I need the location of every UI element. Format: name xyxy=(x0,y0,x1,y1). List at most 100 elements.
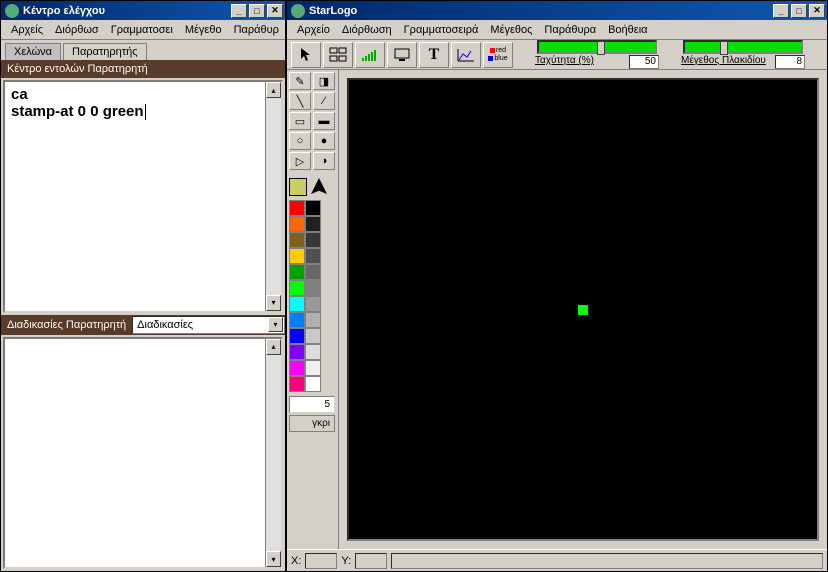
tilesize-slider[interactable]: Μέγεθος Πλακιδίου8 xyxy=(681,40,805,69)
starlogo-window: StarLogo _ □ ✕ Αρχείο Διόρθωση Γραμματοσ… xyxy=(286,0,828,572)
command-textarea[interactable]: ca stamp-at 0 0 green xyxy=(5,82,265,311)
canvas-area xyxy=(339,70,827,549)
procedures-textarea-wrap: ▴ ▾ xyxy=(3,337,283,570)
close-button[interactable]: ✕ xyxy=(809,4,825,18)
scroll-up-icon[interactable]: ▴ xyxy=(266,82,281,98)
pencil-tool[interactable]: ✎ xyxy=(289,72,311,90)
stamped-patch xyxy=(578,305,588,315)
menubar-left: Αρχείς Διόρθωσ Γραμματοσει Μέγεθο Παράθυ… xyxy=(1,20,285,40)
speed-slider[interactable]: Ταχύτητα (%)50 xyxy=(535,40,659,69)
menu-edit[interactable]: Διόρθωση xyxy=(336,22,398,38)
widgets-tool[interactable] xyxy=(323,42,353,68)
close-button[interactable]: ✕ xyxy=(267,4,283,18)
oval-tool[interactable]: ○ xyxy=(289,132,311,150)
scroll-track[interactable] xyxy=(266,355,281,552)
color-swatch[interactable] xyxy=(289,264,305,280)
maximize-button[interactable]: □ xyxy=(249,4,265,18)
rect-fill-tool[interactable]: ▬ xyxy=(313,112,335,130)
color-name: γκρι xyxy=(289,415,335,432)
eyedropper-tool[interactable]: ⁄ xyxy=(313,92,335,110)
scroll-up-icon[interactable]: ▴ xyxy=(266,339,281,355)
procedures-textarea[interactable] xyxy=(5,339,265,568)
toolbar: T redblue Ταχύτητα (%)50 Μέγεθος Πλακιδί… xyxy=(287,40,827,70)
color-swatch[interactable] xyxy=(305,328,321,344)
color-swatch[interactable] xyxy=(305,248,321,264)
minimize-button[interactable]: _ xyxy=(231,4,247,18)
turtle-icon xyxy=(311,178,327,194)
line-tool[interactable]: ╲ xyxy=(289,92,311,110)
menu-help[interactable]: Βοήθεια xyxy=(602,22,653,38)
menu-font[interactable]: Γραμματοσειρά xyxy=(398,22,485,38)
pointer-tool[interactable] xyxy=(291,42,321,68)
color-swatch[interactable] xyxy=(289,296,305,312)
color-swatch[interactable] xyxy=(289,216,305,232)
tab-observer[interactable]: Παρατηρητής xyxy=(63,43,147,60)
color-swatch[interactable] xyxy=(289,360,305,376)
color-swatch[interactable] xyxy=(305,200,321,216)
menu-windows[interactable]: Παράθυρ xyxy=(228,22,285,38)
menu-windows[interactable]: Παράθυρα xyxy=(538,22,602,38)
color-swatch[interactable] xyxy=(289,232,305,248)
color-swatch[interactable] xyxy=(289,280,305,296)
color-swatch[interactable] xyxy=(305,344,321,360)
color-swatch[interactable] xyxy=(305,360,321,376)
scroll-track[interactable] xyxy=(266,98,281,295)
procedures-row: Διαδικασίες Παρατηρητή Διαδικασίες ▾ xyxy=(1,315,285,335)
menu-edit[interactable]: Διόρθωσ xyxy=(49,22,105,38)
menu-file[interactable]: Αρχείο xyxy=(291,22,336,38)
color-swatch[interactable] xyxy=(289,248,305,264)
tab-turtle[interactable]: Χελώνα xyxy=(5,43,61,60)
color-swatch[interactable] xyxy=(289,344,305,360)
canvas[interactable] xyxy=(347,78,819,541)
minimize-button[interactable]: _ xyxy=(773,4,789,18)
maximize-button[interactable]: □ xyxy=(791,4,807,18)
oval-fill-tool[interactable]: ● xyxy=(313,132,335,150)
color-swatch[interactable] xyxy=(305,376,321,392)
menu-file[interactable]: Αρχείς xyxy=(5,22,49,38)
chevron-down-icon[interactable]: ▾ xyxy=(268,317,283,332)
menu-size[interactable]: Μέγεθος xyxy=(484,22,538,38)
app-icon xyxy=(291,4,305,18)
plot-tool[interactable] xyxy=(451,42,481,68)
scroll-down-icon[interactable]: ▾ xyxy=(266,295,281,311)
tool-palette: ✎ ◨ ╲ ⁄ ▭ ▬ ○ ● ▷ ◑ 5 γκρι xyxy=(287,70,339,549)
control-center-window: Κέντρο ελέγχου _ □ ✕ Αρχείς Διόρθωσ Γραμ… xyxy=(0,0,286,572)
eraser-tool[interactable]: ◨ xyxy=(313,72,335,90)
procedures-label: Διαδικασίες Παρατηρητή xyxy=(1,319,132,331)
color-swatch[interactable] xyxy=(305,312,321,328)
color-swatch[interactable] xyxy=(289,312,305,328)
status-x-label: X: xyxy=(291,555,301,567)
rect-tool[interactable]: ▭ xyxy=(289,112,311,130)
status-message xyxy=(391,553,823,569)
titlebar-left[interactable]: Κέντρο ελέγχου _ □ ✕ xyxy=(1,1,285,20)
scrollbar[interactable]: ▴ ▾ xyxy=(265,82,281,311)
right-body: ✎ ◨ ╲ ⁄ ▭ ▬ ○ ● ▷ ◑ 5 γκρι xyxy=(287,70,827,549)
color-swatch[interactable] xyxy=(305,264,321,280)
legend-tool[interactable]: redblue xyxy=(483,42,513,68)
scrollbar-2[interactable]: ▴ ▾ xyxy=(265,339,281,568)
selection-indicator xyxy=(289,178,336,196)
menu-font[interactable]: Γραμματοσει xyxy=(105,22,179,38)
status-y-label: Y: xyxy=(341,555,351,567)
color-swatch[interactable] xyxy=(289,376,305,392)
window-title: StarLogo xyxy=(309,5,357,17)
text-tool[interactable]: T xyxy=(419,42,449,68)
color-swatch[interactable] xyxy=(305,232,321,248)
fill-tool[interactable]: ◑ xyxy=(313,152,335,170)
poly-tool[interactable]: ▷ xyxy=(289,152,311,170)
slider-tool[interactable] xyxy=(355,42,385,68)
scroll-down-icon[interactable]: ▾ xyxy=(266,551,281,567)
color-swatch[interactable] xyxy=(289,200,305,216)
procedures-select[interactable]: Διαδικασίες ▾ xyxy=(132,316,285,334)
color-swatch[interactable] xyxy=(289,328,305,344)
command-area: ca stamp-at 0 0 green ▴ ▾ Διαδικασίες Πα… xyxy=(1,78,285,571)
color-swatch[interactable] xyxy=(305,280,321,296)
menu-size[interactable]: Μέγεθο xyxy=(179,22,228,38)
color-swatch[interactable] xyxy=(305,296,321,312)
status-y-value xyxy=(355,553,387,569)
titlebar-right[interactable]: StarLogo _ □ ✕ xyxy=(287,1,827,20)
menubar-right: Αρχείο Διόρθωση Γραμματοσειρά Μέγεθος Πα… xyxy=(287,20,827,40)
color-swatch[interactable] xyxy=(305,216,321,232)
color-number: 5 xyxy=(289,396,335,413)
monitor-tool[interactable] xyxy=(387,42,417,68)
